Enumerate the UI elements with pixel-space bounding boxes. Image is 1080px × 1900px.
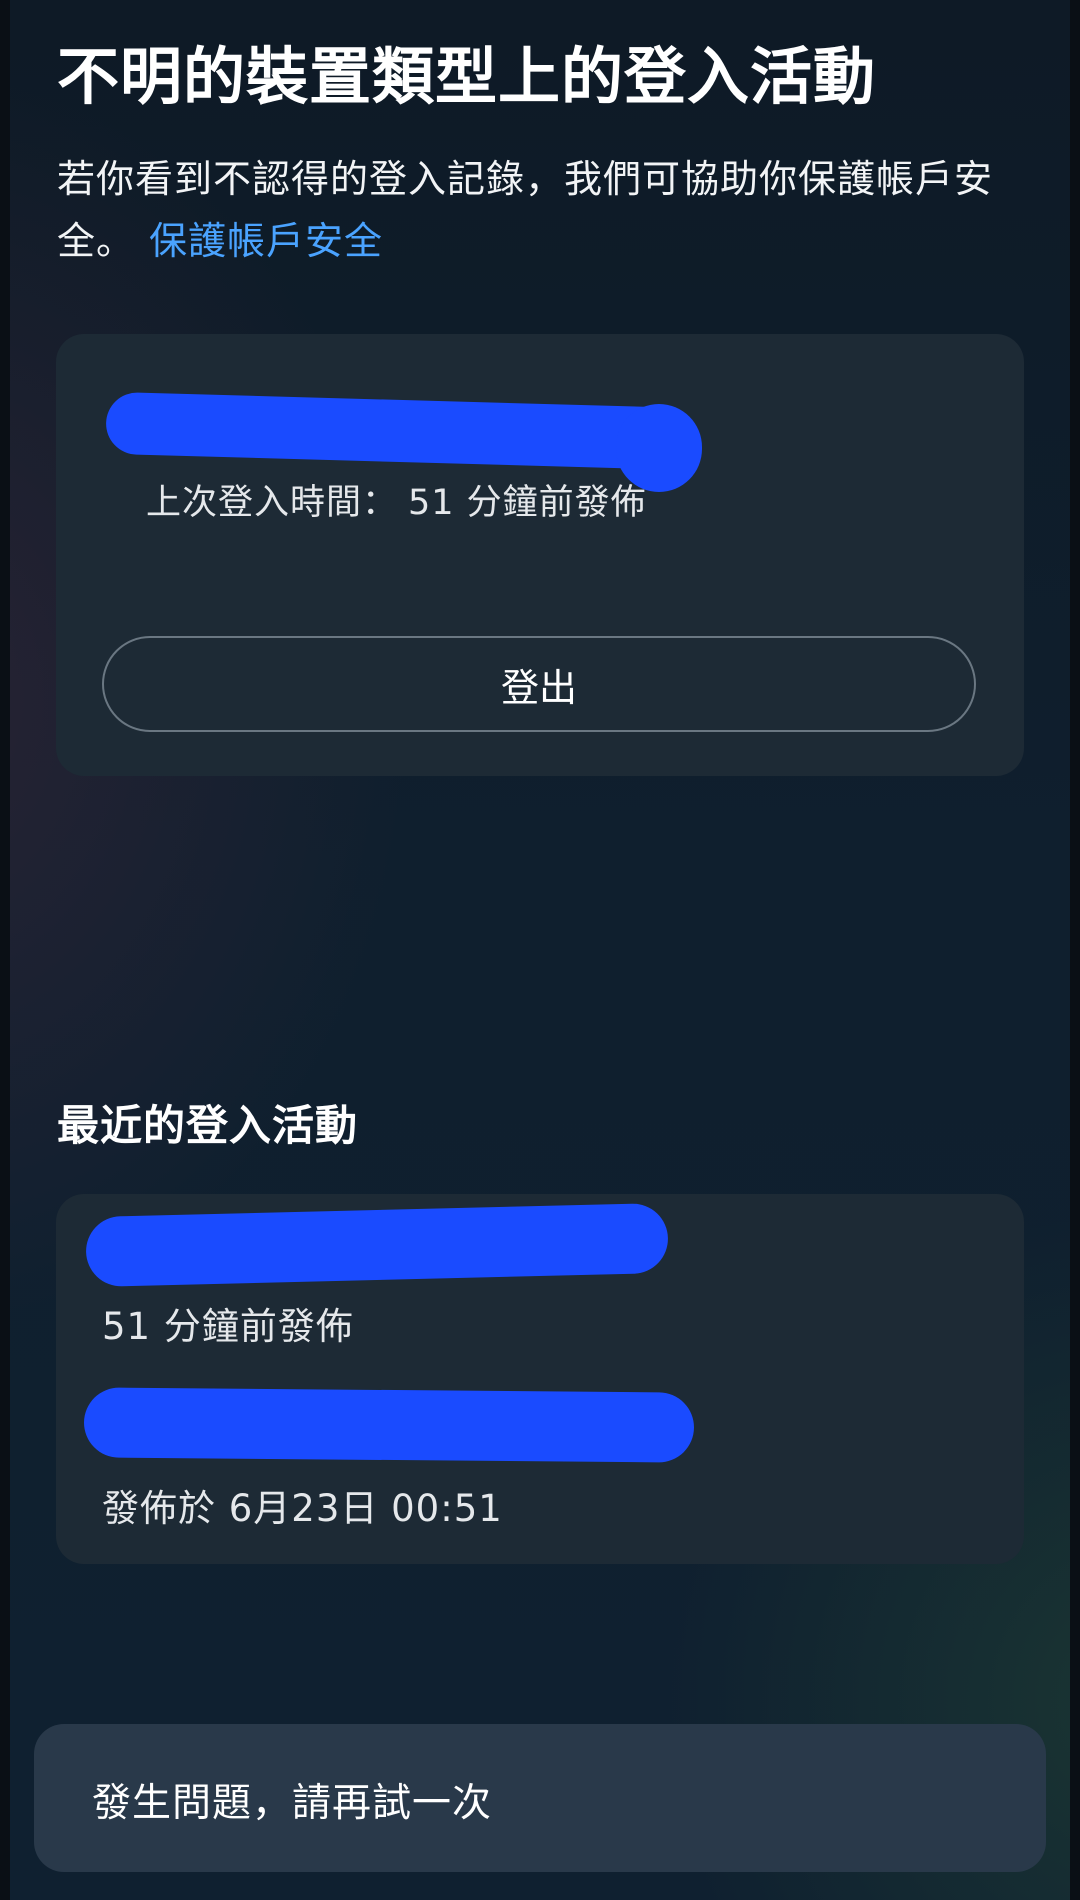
page-description: 若你看到不認得的登入記錄，我們可協助你保護帳戶安全。 保護帳戶安全	[57, 148, 1027, 272]
right-edge	[1070, 0, 1080, 1900]
last-login-info: 上次登入時間： 51 分鐘前發佈	[146, 474, 647, 525]
redacted-device-name	[105, 391, 697, 471]
page-background	[0, 0, 1080, 1900]
logout-button[interactable]: 登出	[102, 636, 976, 732]
cut-off-previous-line	[58, 0, 388, 4]
redacted-activity-device	[85, 1202, 669, 1288]
secure-account-link[interactable]: 保護帳戶安全	[149, 219, 383, 263]
redacted-activity-device	[83, 1387, 695, 1463]
current-device-card: 上次登入時間： 51 分鐘前發佈 登出	[56, 334, 1024, 776]
recent-activity-heading: 最近的登入活動	[57, 1101, 359, 1150]
error-toast: 發生問題，請再試一次	[34, 1724, 1046, 1872]
left-edge	[0, 0, 10, 1900]
page-title: 不明的裝置類型上的登入活動	[57, 40, 877, 113]
last-login-value: 51 分鐘前發佈	[408, 483, 647, 523]
toast-message: 發生問題，請再試一次	[92, 1781, 493, 1826]
recent-activity-card: 51 分鐘前發佈 發佈於 6月23日 00:51	[56, 1194, 1024, 1564]
activity-time: 發佈於 6月23日 00:51	[102, 1487, 503, 1530]
activity-time: 51 分鐘前發佈	[102, 1305, 354, 1348]
last-login-label: 上次登入時間：	[146, 483, 399, 523]
